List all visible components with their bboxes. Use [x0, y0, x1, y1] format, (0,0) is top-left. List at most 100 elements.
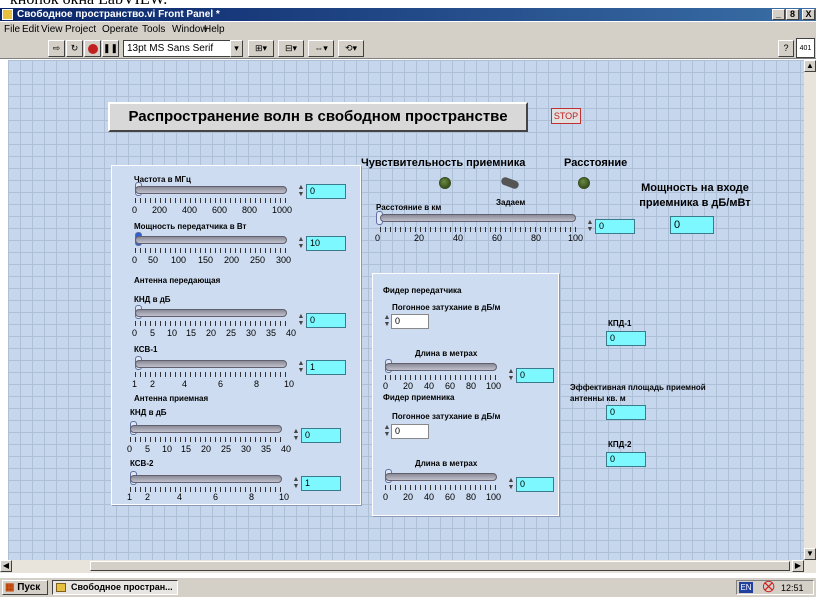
dist-slider-track[interactable] — [380, 214, 576, 222]
spinner-arrows-icon[interactable]: ▲ ▼ — [507, 368, 515, 383]
knd-rx-slider-track[interactable] — [130, 425, 282, 433]
knd-rx-value-input[interactable]: 0 — [301, 428, 341, 443]
menu-tools[interactable]: Tools — [142, 23, 165, 36]
tick-label: 80 — [466, 381, 477, 391]
menu-help[interactable]: Help — [204, 23, 225, 36]
menu-file[interactable]: File — [4, 23, 20, 36]
tick-label: 2 — [145, 492, 151, 502]
ksv2-slider-track[interactable] — [130, 475, 282, 483]
scroll-up-icon[interactable]: ▲ — [804, 60, 816, 72]
knd-tx-value-input[interactable]: 0 — [306, 313, 346, 328]
tx-length-value-input[interactable]: 0 — [516, 368, 554, 383]
spinner-arrows-icon[interactable]: ▲ ▼ — [297, 313, 305, 328]
distance-led — [578, 177, 590, 189]
ksv2-value-input[interactable]: 1 — [301, 476, 341, 491]
scroll-thumb[interactable] — [90, 561, 790, 571]
tick-label: 200 — [152, 205, 168, 215]
menu-edit[interactable]: Edit — [22, 23, 39, 36]
abort-icon[interactable] — [84, 40, 101, 57]
knd-tx-slider-ticks: 0 5 10 15 20 25 30 35 40 — [132, 328, 302, 340]
chevron-down-icon[interactable]: ▾ — [230, 40, 243, 57]
knd-tx-slider-track[interactable] — [135, 309, 287, 317]
knd-rx-slider-scale — [130, 437, 282, 442]
help-button[interactable]: ? — [778, 40, 794, 57]
vertical-scrollbar[interactable]: ▲ ▼ — [804, 60, 816, 560]
spinner-arrows-icon[interactable]: ▲ ▼ — [297, 184, 305, 199]
start-label: Пуск — [17, 582, 41, 593]
rx-attenuation-label: Погонное затухание в дБ/м — [392, 412, 501, 421]
tray-app-icon[interactable]: ⛒ — [763, 582, 774, 593]
run-arrow-icon[interactable]: ⇨ — [48, 40, 65, 57]
tx-length-slider-track[interactable] — [385, 363, 497, 371]
distribute-objects-icon[interactable]: ⊟▾ — [278, 40, 304, 57]
start-button[interactable]: ▦ Пуск — [2, 580, 48, 595]
tx-power-slider-ticks: 0 50 100 150 200 250 300 — [132, 255, 302, 267]
rx-length-value-input[interactable]: 0 — [516, 477, 554, 492]
spinner-arrows-icon[interactable]: ▲ ▼ — [292, 428, 300, 443]
align-objects-icon[interactable]: ⊞▾ — [248, 40, 274, 57]
ksv1-slider-track[interactable] — [135, 360, 287, 368]
stop-button[interactable]: STOP — [551, 108, 581, 124]
spinner-arrows-icon[interactable]: ▲ ▼ — [383, 424, 391, 439]
maximize-button[interactable]: 8 — [786, 9, 799, 20]
close-button[interactable]: X — [802, 9, 815, 20]
vi-context-icon[interactable]: 401 — [796, 38, 815, 58]
run-continuously-icon[interactable]: ↻ — [66, 40, 83, 57]
tx-power-value-input[interactable]: 10 — [306, 236, 346, 251]
tick-label: 10 — [284, 379, 295, 389]
minimize-button[interactable]: _ — [772, 9, 785, 20]
menu-window[interactable]: Window — [172, 23, 208, 36]
rx-length-slider-ticks: 0 20 40 60 80 100 — [383, 492, 513, 504]
tx-power-slider-track[interactable] — [135, 236, 287, 244]
window-titlebar[interactable]: Свободное пространство.vi Front Panel * … — [0, 8, 816, 21]
sensitivity-led — [439, 177, 451, 189]
tick-label: 100 — [568, 233, 584, 243]
spinner-arrows-icon[interactable]: ▲ ▼ — [507, 477, 515, 492]
tick-label: 10 — [167, 328, 178, 338]
pause-icon[interactable]: ❚❚ — [102, 40, 119, 57]
tick-label: 50 — [148, 255, 159, 265]
front-panel: Распространение волн в свободном простра… — [8, 60, 804, 560]
tx-power-label: Мощность передатчика в Вт — [134, 222, 247, 231]
tick-label: 1 — [127, 492, 133, 502]
tick-label: 800 — [242, 205, 258, 215]
reorder-icon[interactable]: ⟲▾ — [338, 40, 364, 57]
horizontal-scrollbar[interactable]: ◀ ▶ — [0, 560, 816, 573]
rx-length-slider-track[interactable] — [385, 473, 497, 481]
scroll-right-icon[interactable]: ▶ — [792, 560, 804, 572]
spinner-arrows-icon[interactable]: ▲ ▼ — [297, 236, 305, 251]
mode-toggle[interactable] — [500, 176, 520, 190]
menu-operate[interactable]: Operate — [102, 23, 138, 36]
effective-area-indicator: 0 — [606, 405, 646, 420]
tx-attenuation-input[interactable]: 0 — [391, 314, 429, 329]
menu-view[interactable]: View — [41, 23, 63, 36]
tx-length-label: Длина в метрах — [415, 349, 478, 358]
resize-objects-icon[interactable]: ⇔▾ — [308, 40, 334, 57]
scroll-left-icon[interactable]: ◀ — [0, 560, 12, 572]
ksv1-value-input[interactable]: 1 — [306, 360, 346, 375]
tick-label: 250 — [250, 255, 266, 265]
freq-value-input[interactable]: 0 — [306, 184, 346, 199]
font-selector[interactable]: 13pt MS Sans Serif — [123, 40, 243, 57]
rx-attenuation-input[interactable]: 0 — [391, 424, 429, 439]
tick-label: 10 — [279, 492, 290, 502]
taskbar: ▦ Пуск Свободное простран... EN ⛒ 12:51 — [0, 577, 816, 597]
feeder-settings-box: Фидер передатчика Погонное затухание в д… — [372, 273, 559, 516]
tick-label: 5 — [145, 444, 151, 454]
distance-led-label: Расстояние — [564, 157, 628, 169]
tick-label: 40 — [424, 492, 435, 502]
kpd1-label: КПД-1 — [608, 319, 632, 328]
spinner-arrows-icon[interactable]: ▲ ▼ — [383, 314, 391, 329]
scroll-down-icon[interactable]: ▼ — [804, 548, 816, 560]
taskbar-window-button[interactable]: Свободное простран... — [52, 580, 178, 595]
language-indicator[interactable]: EN — [739, 582, 753, 593]
spinner-arrows-icon[interactable]: ▲ ▼ — [292, 476, 300, 491]
rx-antenna-heading: Антенна приемная — [134, 394, 209, 403]
dist-value-input[interactable]: 0 — [595, 219, 635, 234]
kpd2-label: КПД-2 — [608, 440, 632, 449]
menu-project[interactable]: Project — [65, 23, 96, 36]
freq-slider-track[interactable] — [135, 186, 287, 194]
spinner-arrows-icon[interactable]: ▲ ▼ — [297, 360, 305, 375]
spinner-arrows-icon[interactable]: ▲ ▼ — [586, 219, 594, 234]
kpd1-indicator: 0 — [606, 331, 646, 346]
